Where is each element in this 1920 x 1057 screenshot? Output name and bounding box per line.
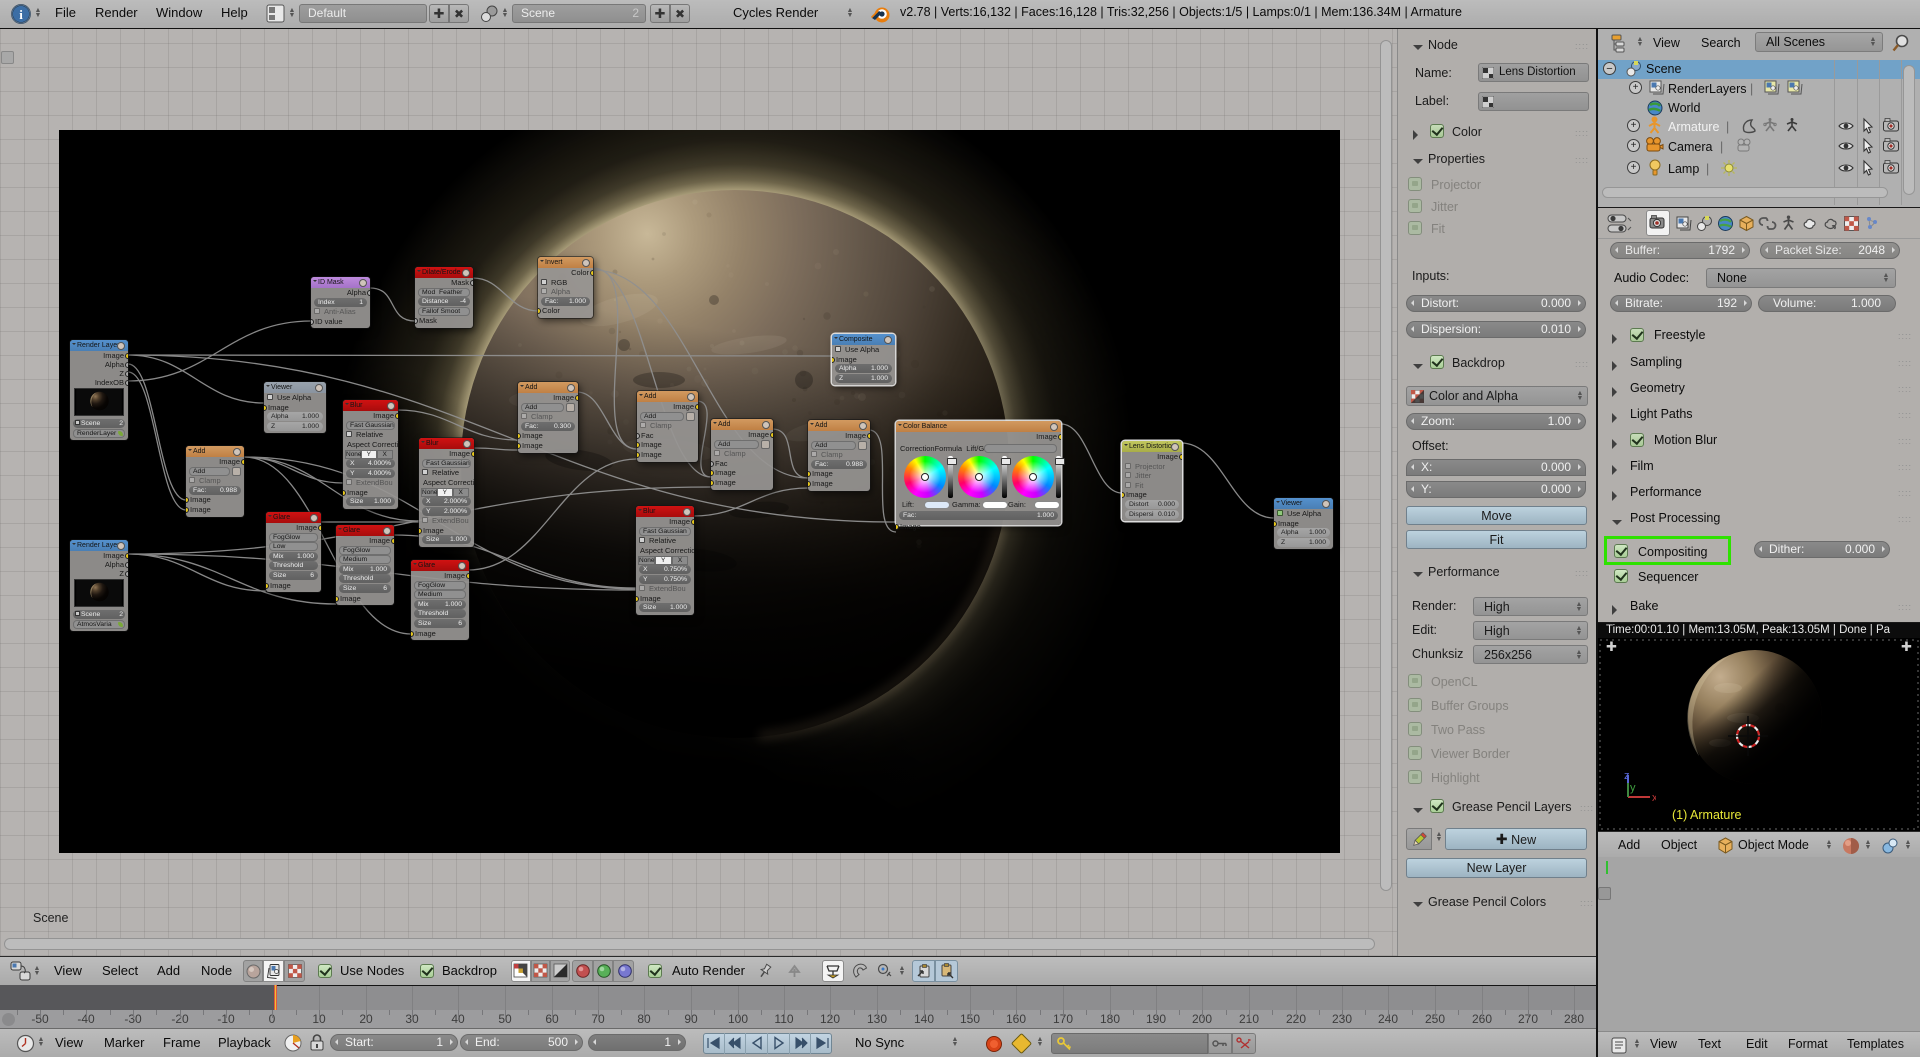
svg-text:i: i bbox=[19, 7, 23, 22]
svg-text:y: y bbox=[1630, 782, 1636, 794]
svg-text:z: z bbox=[1624, 770, 1630, 782]
svg-text:✚: ✚ bbox=[1606, 639, 1617, 654]
svg-text:✚: ✚ bbox=[1901, 639, 1912, 654]
svg-text:x: x bbox=[1652, 792, 1656, 804]
